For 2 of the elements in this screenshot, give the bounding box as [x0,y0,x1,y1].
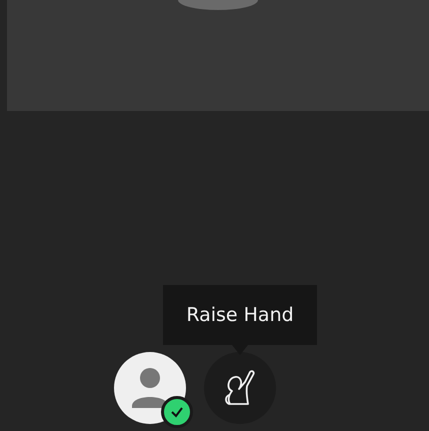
tooltip: Raise Hand [163,285,317,345]
check-icon [170,406,184,418]
